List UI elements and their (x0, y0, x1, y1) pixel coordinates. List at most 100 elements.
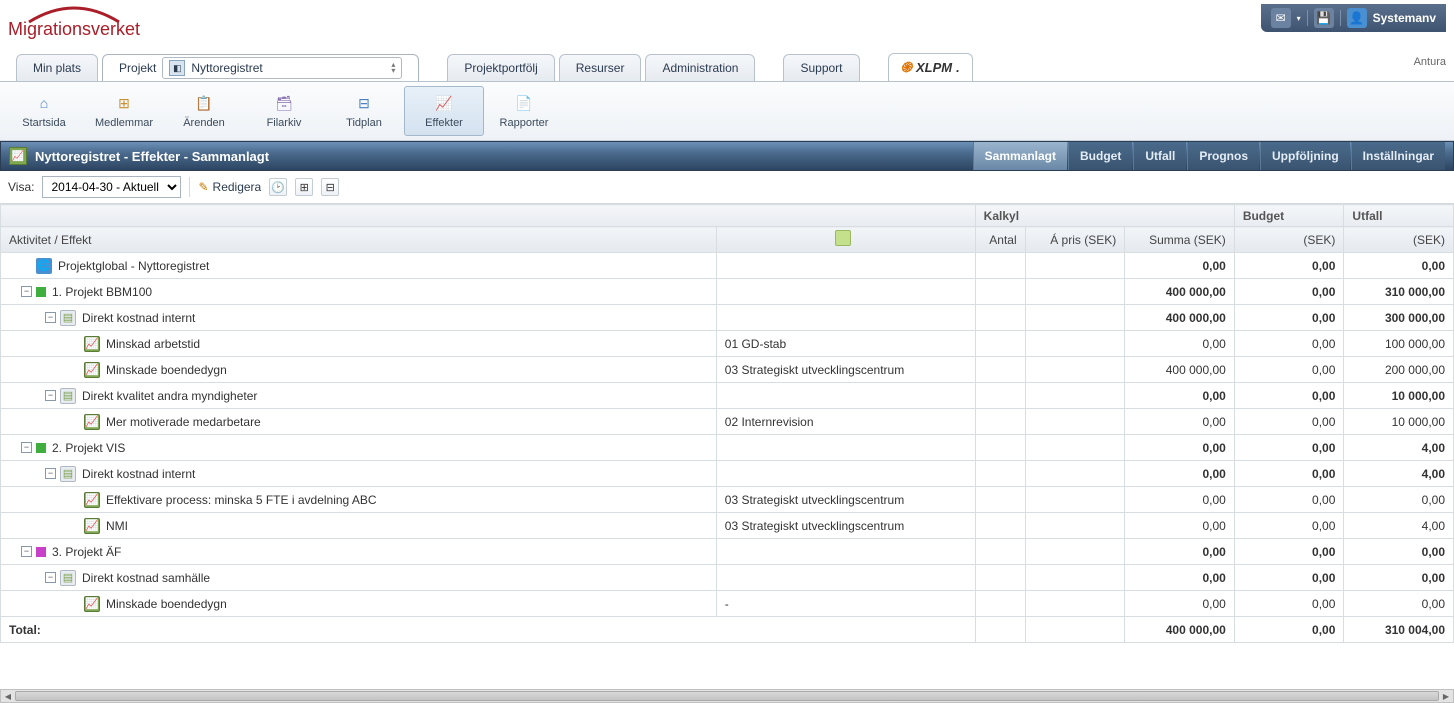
subtab-uppfoljning[interactable]: Uppföljning (1260, 142, 1350, 170)
table-row[interactable]: −1. Projekt BBM100400 000,000,00310 000,… (1, 279, 1454, 305)
expand-icon[interactable]: ⊞ (295, 178, 313, 196)
chart-icon: 📈 (84, 336, 100, 352)
doc-icon: ▤ (60, 466, 76, 482)
table-row[interactable]: 📈NMI03 Strategiskt utvecklingscentrum0,0… (1, 513, 1454, 539)
cell-value (1025, 435, 1125, 461)
mail-icon[interactable]: ✉ (1271, 8, 1291, 28)
expand-toggle[interactable]: − (45, 468, 56, 479)
toolbar-startsida[interactable]: ⌂Startsida (4, 86, 84, 136)
subtab-sammanlagt[interactable]: Sammanlagt (973, 142, 1067, 170)
expand-toggle[interactable]: − (45, 390, 56, 401)
cell-value: 10 000,00 (1344, 383, 1454, 409)
collapse-icon[interactable]: ⊟ (321, 178, 339, 196)
scroll-right-icon[interactable]: ▶ (1439, 690, 1453, 702)
row-dept (716, 305, 975, 331)
col-summa[interactable]: Summa (SEK) (1125, 227, 1235, 253)
btn-label: Startsida (22, 117, 65, 129)
date-select[interactable]: 2014-04-30 - Aktuell (42, 176, 181, 198)
table-row[interactable]: 📈Minskade boendedygn03 Strategiskt utvec… (1, 357, 1454, 383)
btn-label: Effekter (425, 117, 463, 129)
cell-value (1025, 331, 1125, 357)
expand-toggle[interactable]: − (45, 312, 56, 323)
doc-icon: ▤ (60, 310, 76, 326)
toolbar-arenden[interactable]: 📋Ärenden (164, 86, 244, 136)
chart-icon: 📈 (84, 414, 100, 430)
expand-toggle[interactable]: − (21, 286, 32, 297)
table-row[interactable]: −▤Direkt kostnad internt400 000,000,0030… (1, 305, 1454, 331)
row-label: 1. Projekt BBM100 (52, 285, 152, 299)
col-antal[interactable]: Antal (975, 227, 1025, 253)
toolbar-rapporter[interactable]: 📄Rapporter (484, 86, 564, 136)
col-note[interactable] (716, 227, 975, 253)
table-row[interactable]: −▤Direkt kostnad internt0,000,004,00 (1, 461, 1454, 487)
table-row[interactable]: −2. Projekt VIS0,000,004,00 (1, 435, 1454, 461)
archive-icon: 🗃 (274, 93, 294, 113)
table-row[interactable]: 📈Minskad arbetstid01 GD-stab0,000,00100 … (1, 331, 1454, 357)
scroll-left-icon[interactable]: ◀ (1, 690, 15, 702)
table-row[interactable]: 📈Mer motiverade medarbetare02 Internrevi… (1, 409, 1454, 435)
cell-value (1025, 487, 1125, 513)
col-activity[interactable]: Aktivitet / Effekt (1, 227, 717, 253)
btn-label: Rapporter (500, 117, 549, 129)
col-apris[interactable]: Á pris (SEK) (1025, 227, 1125, 253)
cell-value: 0,00 (1234, 357, 1344, 383)
tab-portfolj[interactable]: Projektportfölj (447, 54, 554, 81)
row-label: Minskad arbetstid (106, 337, 200, 351)
tab-resurser[interactable]: Resurser (559, 54, 642, 81)
subtab-prognos[interactable]: Prognos (1187, 142, 1259, 170)
toolbar-medlemmar[interactable]: ⊞Medlemmar (84, 86, 164, 136)
save-icon[interactable]: 💾 (1314, 8, 1334, 28)
cell-value: 0,00 (1125, 253, 1235, 279)
cell-value: 0,00 (1234, 383, 1344, 409)
project-selector[interactable]: ◧ Nyttoregistret ▴▾ (162, 57, 402, 79)
cell-value: 0,00 (1234, 253, 1344, 279)
cell-value (975, 331, 1025, 357)
expand-toggle[interactable]: − (45, 572, 56, 583)
table-row[interactable]: −▤Direkt kostnad samhälle0,000,000,00 (1, 565, 1454, 591)
toolbar: ⌂Startsida ⊞Medlemmar 📋Ärenden 🗃Filarkiv… (0, 82, 1454, 141)
tab-support[interactable]: Support (783, 54, 859, 81)
btn-label: Ärenden (183, 117, 225, 129)
expand-toggle[interactable]: − (21, 442, 32, 453)
btn-label: Tidplan (346, 117, 382, 129)
table-row[interactable]: 📈Effektivare process: minska 5 FTE i avd… (1, 487, 1454, 513)
subtab-installningar[interactable]: Inställningar (1351, 142, 1445, 170)
cell-value (975, 513, 1025, 539)
cell-value (1025, 409, 1125, 435)
table-row[interactable]: 📈Minskade boendedygn-0,000,000,00 (1, 591, 1454, 617)
cell-value (975, 357, 1025, 383)
row-label: 2. Projekt VIS (52, 441, 125, 455)
tab-admin[interactable]: Administration (645, 54, 755, 81)
toolbar-tidplan[interactable]: ⊟Tidplan (324, 86, 404, 136)
chart-icon: 📈 (84, 596, 100, 612)
tab-xlpm[interactable]: ֍XLPM. (888, 53, 973, 81)
col-budget[interactable]: (SEK) (1234, 227, 1344, 253)
tab-min-plats[interactable]: Min plats (16, 54, 98, 81)
color-square-icon (36, 287, 46, 297)
table-row[interactable]: 🌐Projektglobal - Nyttoregistret0,000,000… (1, 253, 1454, 279)
scroll-thumb[interactable] (15, 691, 1439, 701)
cell-value (1025, 513, 1125, 539)
cell-value: 0,00 (1125, 487, 1235, 513)
cell-value: 0,00 (1234, 305, 1344, 331)
tab-projekt[interactable]: Projekt ◧ Nyttoregistret ▴▾ (102, 54, 419, 81)
logo: Migrationsverket (8, 4, 140, 38)
subtab-budget[interactable]: Budget (1068, 142, 1132, 170)
subtab-utfall[interactable]: Utfall (1133, 142, 1186, 170)
page-subtabs: Sammanlagt Budget Utfall Prognos Uppfölj… (973, 142, 1445, 170)
table-row[interactable]: −▤Direkt kvalitet andra myndigheter0,000… (1, 383, 1454, 409)
horizontal-scrollbar[interactable]: ◀ ▶ (0, 689, 1454, 703)
mail-dropdown-icon[interactable]: ▾ (1297, 14, 1301, 23)
user-label[interactable]: Systemanv (1373, 11, 1436, 25)
history-icon[interactable]: 🕑 (269, 178, 287, 196)
col-utfall[interactable]: (SEK) (1344, 227, 1454, 253)
filter-bar: Visa: 2014-04-30 - Aktuell ✎Redigera 🕑 ⊞… (0, 171, 1454, 204)
cell-value (1025, 461, 1125, 487)
toolbar-filarkiv[interactable]: 🗃Filarkiv (244, 86, 324, 136)
edit-button[interactable]: ✎Redigera (198, 180, 261, 194)
expand-toggle[interactable]: − (21, 546, 32, 557)
cell-value (1025, 565, 1125, 591)
toolbar-effekter[interactable]: 📈Effekter (404, 86, 484, 136)
table-row[interactable]: −3. Projekt ÄF0,000,000,00 (1, 539, 1454, 565)
chart-icon: 📈 (84, 492, 100, 508)
